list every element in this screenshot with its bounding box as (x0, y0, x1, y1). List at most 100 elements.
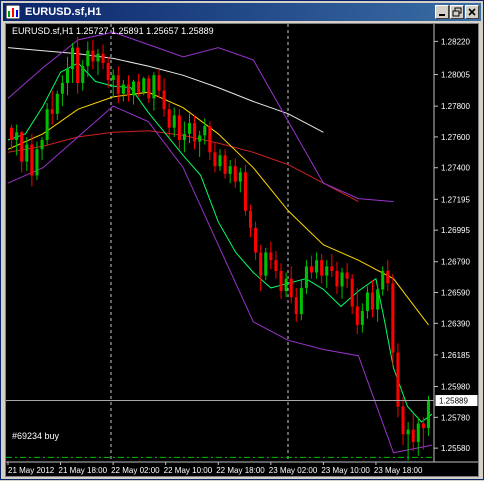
window-title: EURUSD.sf,H1 (25, 6, 102, 18)
candle-body (401, 406, 405, 435)
candle-body (50, 109, 54, 114)
candle-body (121, 84, 125, 94)
candle (274, 250, 278, 279)
current-price-label: 1.25889 (439, 397, 468, 406)
minimize-icon (439, 14, 445, 16)
ma-fast-line (7, 62, 433, 423)
candle-body (294, 297, 298, 315)
candle-body (203, 126, 207, 136)
candle (264, 247, 268, 281)
time-tick-label: 22 May 10:00 (164, 466, 213, 475)
candle-body (248, 210, 253, 228)
restore-icon (452, 7, 462, 17)
candle (254, 221, 258, 261)
candle-body (65, 69, 69, 84)
candle (96, 49, 100, 76)
price-chart[interactable]: 1.28220 1.28005 1.27800 1.27600 1.27400 1.271… (5, 23, 479, 477)
price-tick-label: 1.27800 (441, 102, 470, 111)
title-bar[interactable]: EURUSD.sf,H1 (3, 3, 481, 21)
candle-body (167, 109, 171, 128)
candle (111, 69, 115, 97)
chart-window-icon (6, 5, 20, 19)
candle-body (187, 123, 192, 134)
price-tick-label: 1.25780 (441, 413, 470, 422)
price-tick-label: 1.25980 (441, 383, 470, 392)
candle-body (213, 152, 217, 167)
candle-body (264, 252, 268, 276)
candle-body (289, 278, 293, 298)
candle-body (345, 272, 349, 279)
minimize-button[interactable] (435, 5, 449, 19)
candle (335, 261, 339, 295)
candle-body (416, 423, 420, 442)
candle-body (330, 266, 334, 271)
price-tick-label: 1.27600 (441, 133, 470, 142)
candle (330, 254, 334, 278)
candle (71, 42, 75, 84)
candle-body (111, 75, 115, 80)
candle (218, 149, 222, 171)
candle-body (45, 109, 49, 141)
price-tick-label: 1.26790 (441, 258, 470, 267)
candle-body (269, 252, 273, 261)
candle (91, 39, 95, 70)
candle (20, 130, 24, 173)
price-tick-label: 1.27195 (441, 195, 470, 204)
candle (187, 113, 192, 144)
candle (294, 287, 298, 322)
candle-body (106, 62, 110, 80)
candle (76, 36, 80, 94)
candle (345, 263, 349, 288)
candle-body (182, 133, 186, 141)
candle (289, 266, 293, 304)
price-tick-label: 1.25580 (441, 444, 470, 453)
candle-body (15, 132, 19, 141)
candle-body (91, 50, 95, 62)
candle-body (157, 75, 161, 91)
candle-body (426, 400, 430, 429)
candle (65, 56, 69, 96)
candle (162, 78, 166, 117)
chart-canvas[interactable]: 1.28220 1.28005 1.27800 1.27600 1.27400 1.271… (6, 24, 479, 476)
mt4-chart-window: EURUSD.sf,H1 1.28220 1.28005 1.27800 1.2760… (0, 0, 484, 480)
candle-body (299, 287, 303, 315)
candle (116, 66, 120, 104)
close-button[interactable] (465, 5, 479, 19)
candle-body (218, 155, 222, 167)
candle (365, 286, 369, 319)
candle-body (365, 292, 369, 312)
candle (55, 90, 59, 120)
candle-body (126, 84, 131, 96)
candle-body (116, 75, 120, 94)
candle (167, 103, 171, 137)
candle (391, 274, 395, 365)
candle (304, 260, 308, 295)
time-tick-label: 23 May 02:00 (269, 466, 318, 475)
candle-body (96, 53, 100, 62)
candle (10, 124, 14, 150)
candle (106, 56, 110, 88)
order-label: #69234 buy (12, 431, 60, 441)
candle-body (254, 227, 258, 253)
restore-button[interactable] (450, 5, 464, 19)
candle (248, 204, 253, 238)
candle (259, 244, 263, 291)
close-icon (468, 8, 476, 16)
candle-body (198, 135, 202, 142)
candle-body (238, 172, 242, 182)
candle-body (315, 260, 319, 273)
candle (182, 121, 186, 153)
candle (193, 115, 197, 150)
time-tick-label: 21 May 18:00 (59, 466, 108, 475)
price-tick-label: 1.26590 (441, 289, 470, 298)
candle (157, 69, 161, 99)
candle-body (147, 78, 151, 99)
price-tick-label: 1.28005 (441, 71, 470, 80)
time-tick-label: 22 May 18:00 (216, 466, 265, 475)
candle-body (360, 311, 364, 325)
candle-body (396, 352, 400, 407)
candle-body (162, 90, 166, 110)
candle-body (76, 47, 80, 84)
candle-body (320, 260, 324, 276)
candle-body (86, 50, 90, 67)
